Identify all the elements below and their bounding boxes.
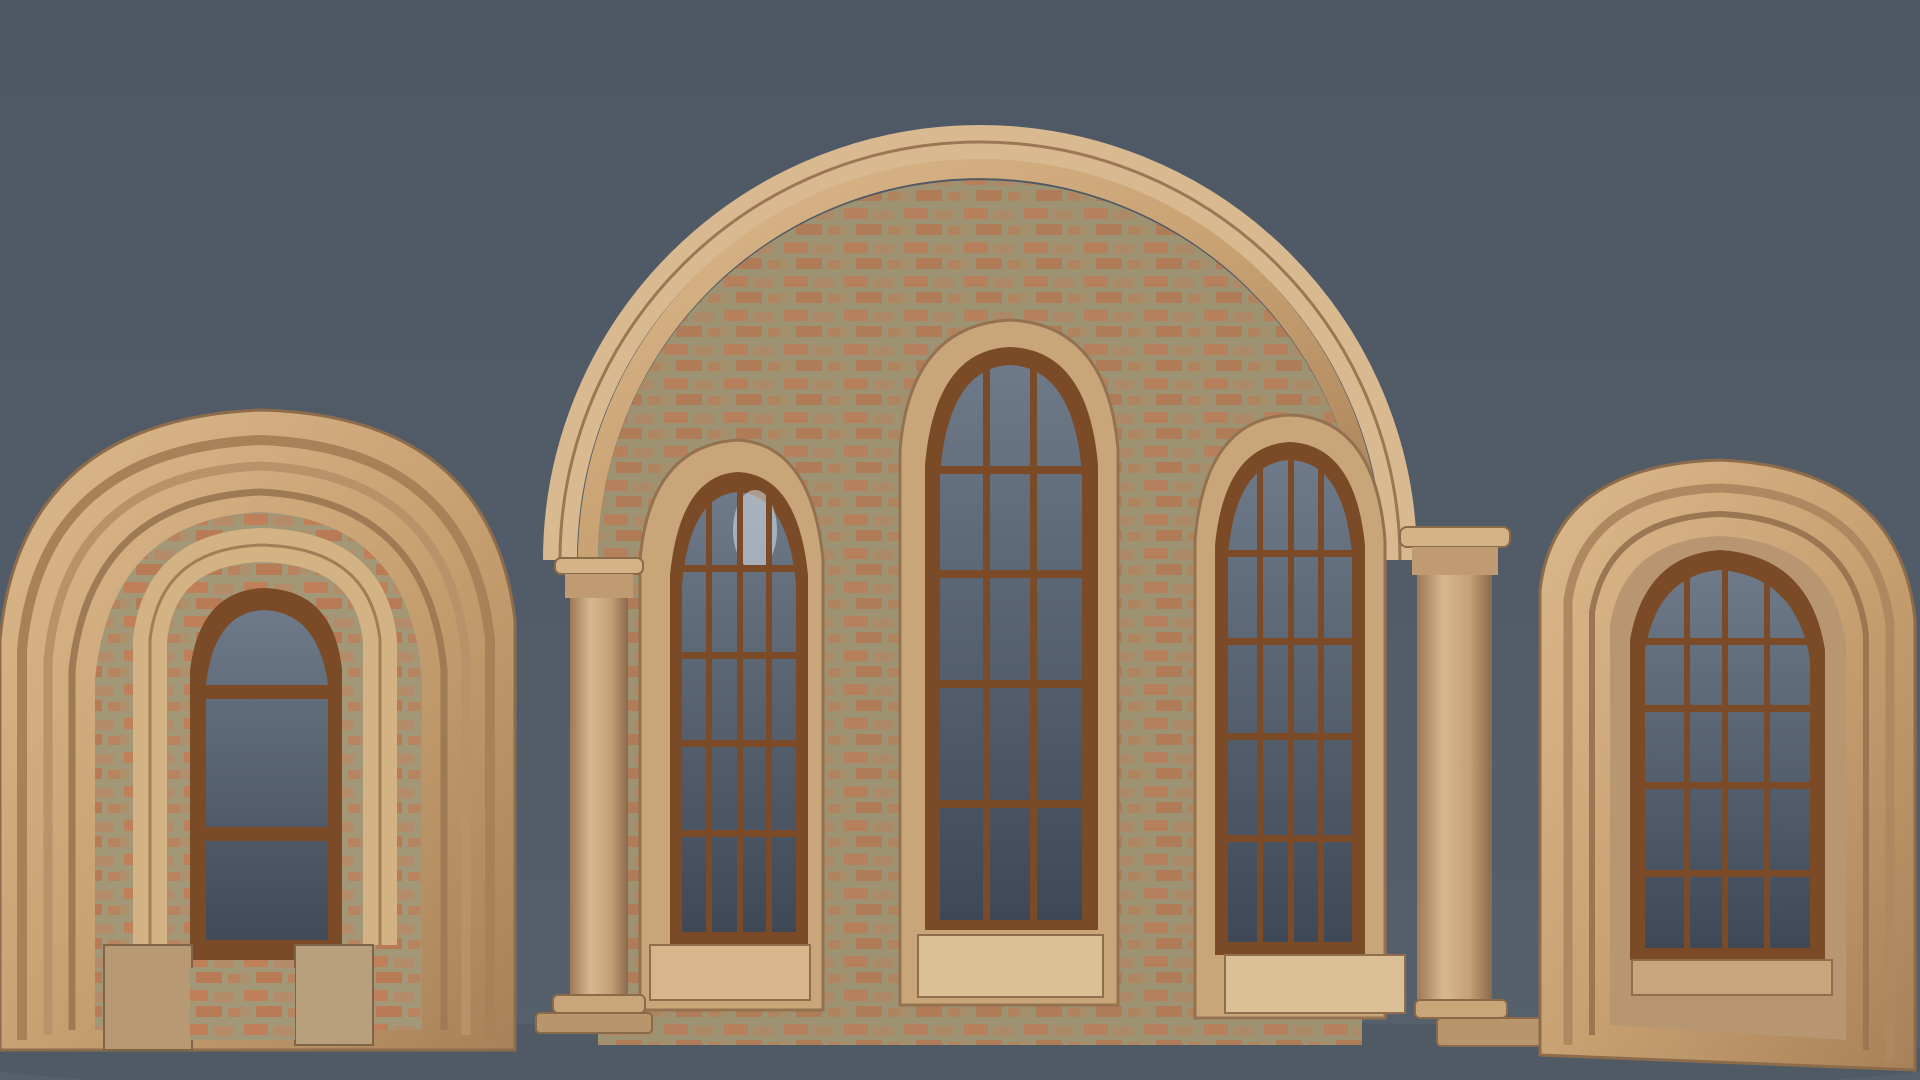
center-right-window	[1193, 413, 1406, 1020]
3d-render-viewport	[0, 0, 1920, 1080]
right-arched-window-model	[1538, 458, 1917, 1072]
render-canvas	[0, 0, 1920, 1080]
left-arched-window-model	[0, 408, 517, 1052]
center-main-window	[898, 318, 1120, 1007]
center-left-window	[638, 438, 825, 1012]
